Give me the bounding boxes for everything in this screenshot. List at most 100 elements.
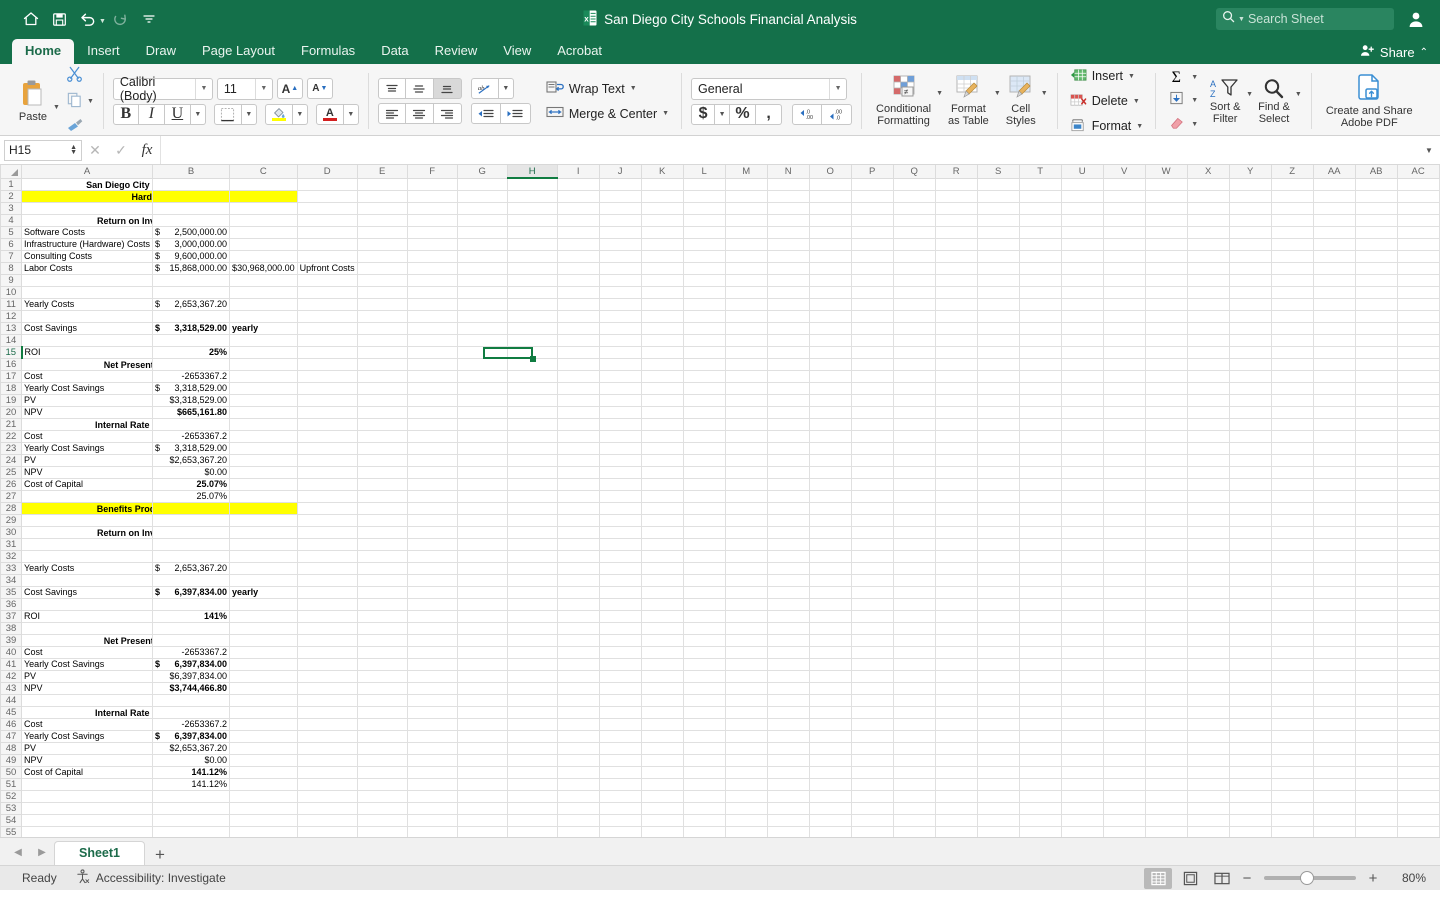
cell-W50[interactable] bbox=[1144, 765, 1188, 779]
cell-M48[interactable] bbox=[724, 741, 768, 755]
cell-N37[interactable] bbox=[766, 609, 810, 623]
row-header-24[interactable]: 24 bbox=[0, 453, 22, 467]
cell-P14[interactable] bbox=[850, 333, 894, 347]
cell-AA36[interactable] bbox=[1312, 597, 1356, 611]
cell-T18[interactable] bbox=[1018, 381, 1062, 395]
cell-U43[interactable] bbox=[1060, 681, 1104, 695]
cell-AB17[interactable] bbox=[1354, 369, 1398, 383]
cell-A16[interactable]: Net Present Value (NPR) bbox=[20, 357, 154, 371]
cell-AA26[interactable] bbox=[1312, 477, 1356, 491]
cell-K29[interactable] bbox=[640, 513, 684, 527]
column-header-r[interactable]: R bbox=[934, 165, 978, 179]
cell-U23[interactable] bbox=[1060, 441, 1104, 455]
cell-G49[interactable] bbox=[456, 753, 508, 767]
cell-P43[interactable] bbox=[850, 681, 894, 695]
cell-X16[interactable] bbox=[1186, 357, 1230, 371]
cell-V1[interactable] bbox=[1102, 177, 1146, 191]
cell-J32[interactable] bbox=[598, 549, 642, 563]
cell-B53[interactable] bbox=[152, 801, 231, 815]
sheet-tab-sheet1[interactable]: Sheet1 bbox=[54, 841, 145, 865]
cell-K45[interactable] bbox=[640, 705, 684, 719]
search-sheet-input[interactable]: ▼ Search Sheet bbox=[1216, 8, 1394, 30]
cell-M3[interactable] bbox=[724, 201, 768, 215]
cell-E15[interactable] bbox=[356, 345, 408, 359]
cell-X7[interactable] bbox=[1186, 249, 1230, 263]
cell-R36[interactable] bbox=[934, 597, 978, 611]
column-header-y[interactable]: Y bbox=[1228, 165, 1272, 179]
cell-S16[interactable] bbox=[976, 357, 1020, 371]
cell-H11[interactable] bbox=[506, 297, 558, 311]
cell-F16[interactable] bbox=[406, 357, 458, 371]
cell-AC49[interactable] bbox=[1396, 753, 1440, 767]
cell-P41[interactable] bbox=[850, 657, 894, 671]
cell-F40[interactable] bbox=[406, 645, 458, 659]
cell-J52[interactable] bbox=[598, 789, 642, 803]
comma-button[interactable]: , bbox=[756, 103, 783, 125]
cell-Q42[interactable] bbox=[892, 669, 936, 683]
row-header-34[interactable]: 34 bbox=[0, 573, 22, 587]
cell-R33[interactable] bbox=[934, 561, 978, 575]
cell-D8[interactable]: Upfront Costs bbox=[296, 261, 358, 275]
cell-H43[interactable] bbox=[506, 681, 558, 695]
previous-sheet-icon[interactable]: ◀ bbox=[6, 839, 30, 865]
cell-AB49[interactable] bbox=[1354, 753, 1398, 767]
cell-N33[interactable] bbox=[766, 561, 810, 575]
cell-D54[interactable] bbox=[296, 813, 358, 827]
cell-AB14[interactable] bbox=[1354, 333, 1398, 347]
cell-O43[interactable] bbox=[808, 681, 852, 695]
cell-W18[interactable] bbox=[1144, 381, 1188, 395]
cell-G37[interactable] bbox=[456, 609, 508, 623]
clear-icon[interactable] bbox=[1165, 115, 1187, 134]
cell-A26[interactable]: Cost of Capital bbox=[20, 477, 154, 491]
cell-C9[interactable] bbox=[229, 273, 298, 287]
cell-J34[interactable] bbox=[598, 573, 642, 587]
cell-Z19[interactable] bbox=[1270, 393, 1314, 407]
cell-Q53[interactable] bbox=[892, 801, 936, 815]
cell-N5[interactable] bbox=[766, 225, 810, 239]
cell-F3[interactable] bbox=[406, 201, 458, 215]
cell-F5[interactable] bbox=[406, 225, 458, 239]
cell-X13[interactable] bbox=[1186, 321, 1230, 335]
cell-F29[interactable] bbox=[406, 513, 458, 527]
currency-button[interactable]: $ bbox=[691, 103, 716, 125]
cell-L40[interactable] bbox=[682, 645, 726, 659]
cell-N29[interactable] bbox=[766, 513, 810, 527]
column-header-q[interactable]: Q bbox=[892, 165, 936, 179]
cell-X38[interactable] bbox=[1186, 621, 1230, 635]
cell-J50[interactable] bbox=[598, 765, 642, 779]
cell-A24[interactable]: PV bbox=[20, 453, 154, 467]
cell-J29[interactable] bbox=[598, 513, 642, 527]
cell-AB38[interactable] bbox=[1354, 621, 1398, 635]
cell-V10[interactable] bbox=[1102, 285, 1146, 299]
cell-M18[interactable] bbox=[724, 381, 768, 395]
cell-AB20[interactable] bbox=[1354, 405, 1398, 419]
cell-AC3[interactable] bbox=[1396, 201, 1440, 215]
merge-center-dropdown-icon[interactable]: ▼ bbox=[662, 110, 669, 117]
cell-O38[interactable] bbox=[808, 621, 852, 635]
cell-AC4[interactable] bbox=[1396, 213, 1440, 227]
cell-AC22[interactable] bbox=[1396, 429, 1440, 443]
zoom-in-button[interactable]: + bbox=[1366, 870, 1380, 887]
cell-I44[interactable] bbox=[556, 693, 600, 707]
cell-Z43[interactable] bbox=[1270, 681, 1314, 695]
cell-E17[interactable] bbox=[356, 369, 408, 383]
cell-I3[interactable] bbox=[556, 201, 600, 215]
cell-P53[interactable] bbox=[850, 801, 894, 815]
cell-AA45[interactable] bbox=[1312, 705, 1356, 719]
select-all-corner[interactable] bbox=[0, 165, 22, 179]
cell-G32[interactable] bbox=[456, 549, 508, 563]
cell-W10[interactable] bbox=[1144, 285, 1188, 299]
cell-T38[interactable] bbox=[1018, 621, 1062, 635]
cell-E1[interactable] bbox=[356, 177, 408, 191]
cell-L20[interactable] bbox=[682, 405, 726, 419]
cell-B8[interactable]: $15,868,000.00 bbox=[152, 261, 231, 275]
cell-H9[interactable] bbox=[506, 273, 558, 287]
cell-D10[interactable] bbox=[296, 285, 358, 299]
row-header-37[interactable]: 37 bbox=[0, 609, 22, 623]
cell-AC46[interactable] bbox=[1396, 717, 1440, 731]
cell-B29[interactable] bbox=[152, 513, 231, 527]
cell-N39[interactable] bbox=[766, 633, 810, 647]
cell-I41[interactable] bbox=[556, 657, 600, 671]
format-painter-icon[interactable] bbox=[66, 117, 84, 138]
cell-Z21[interactable] bbox=[1270, 417, 1314, 431]
